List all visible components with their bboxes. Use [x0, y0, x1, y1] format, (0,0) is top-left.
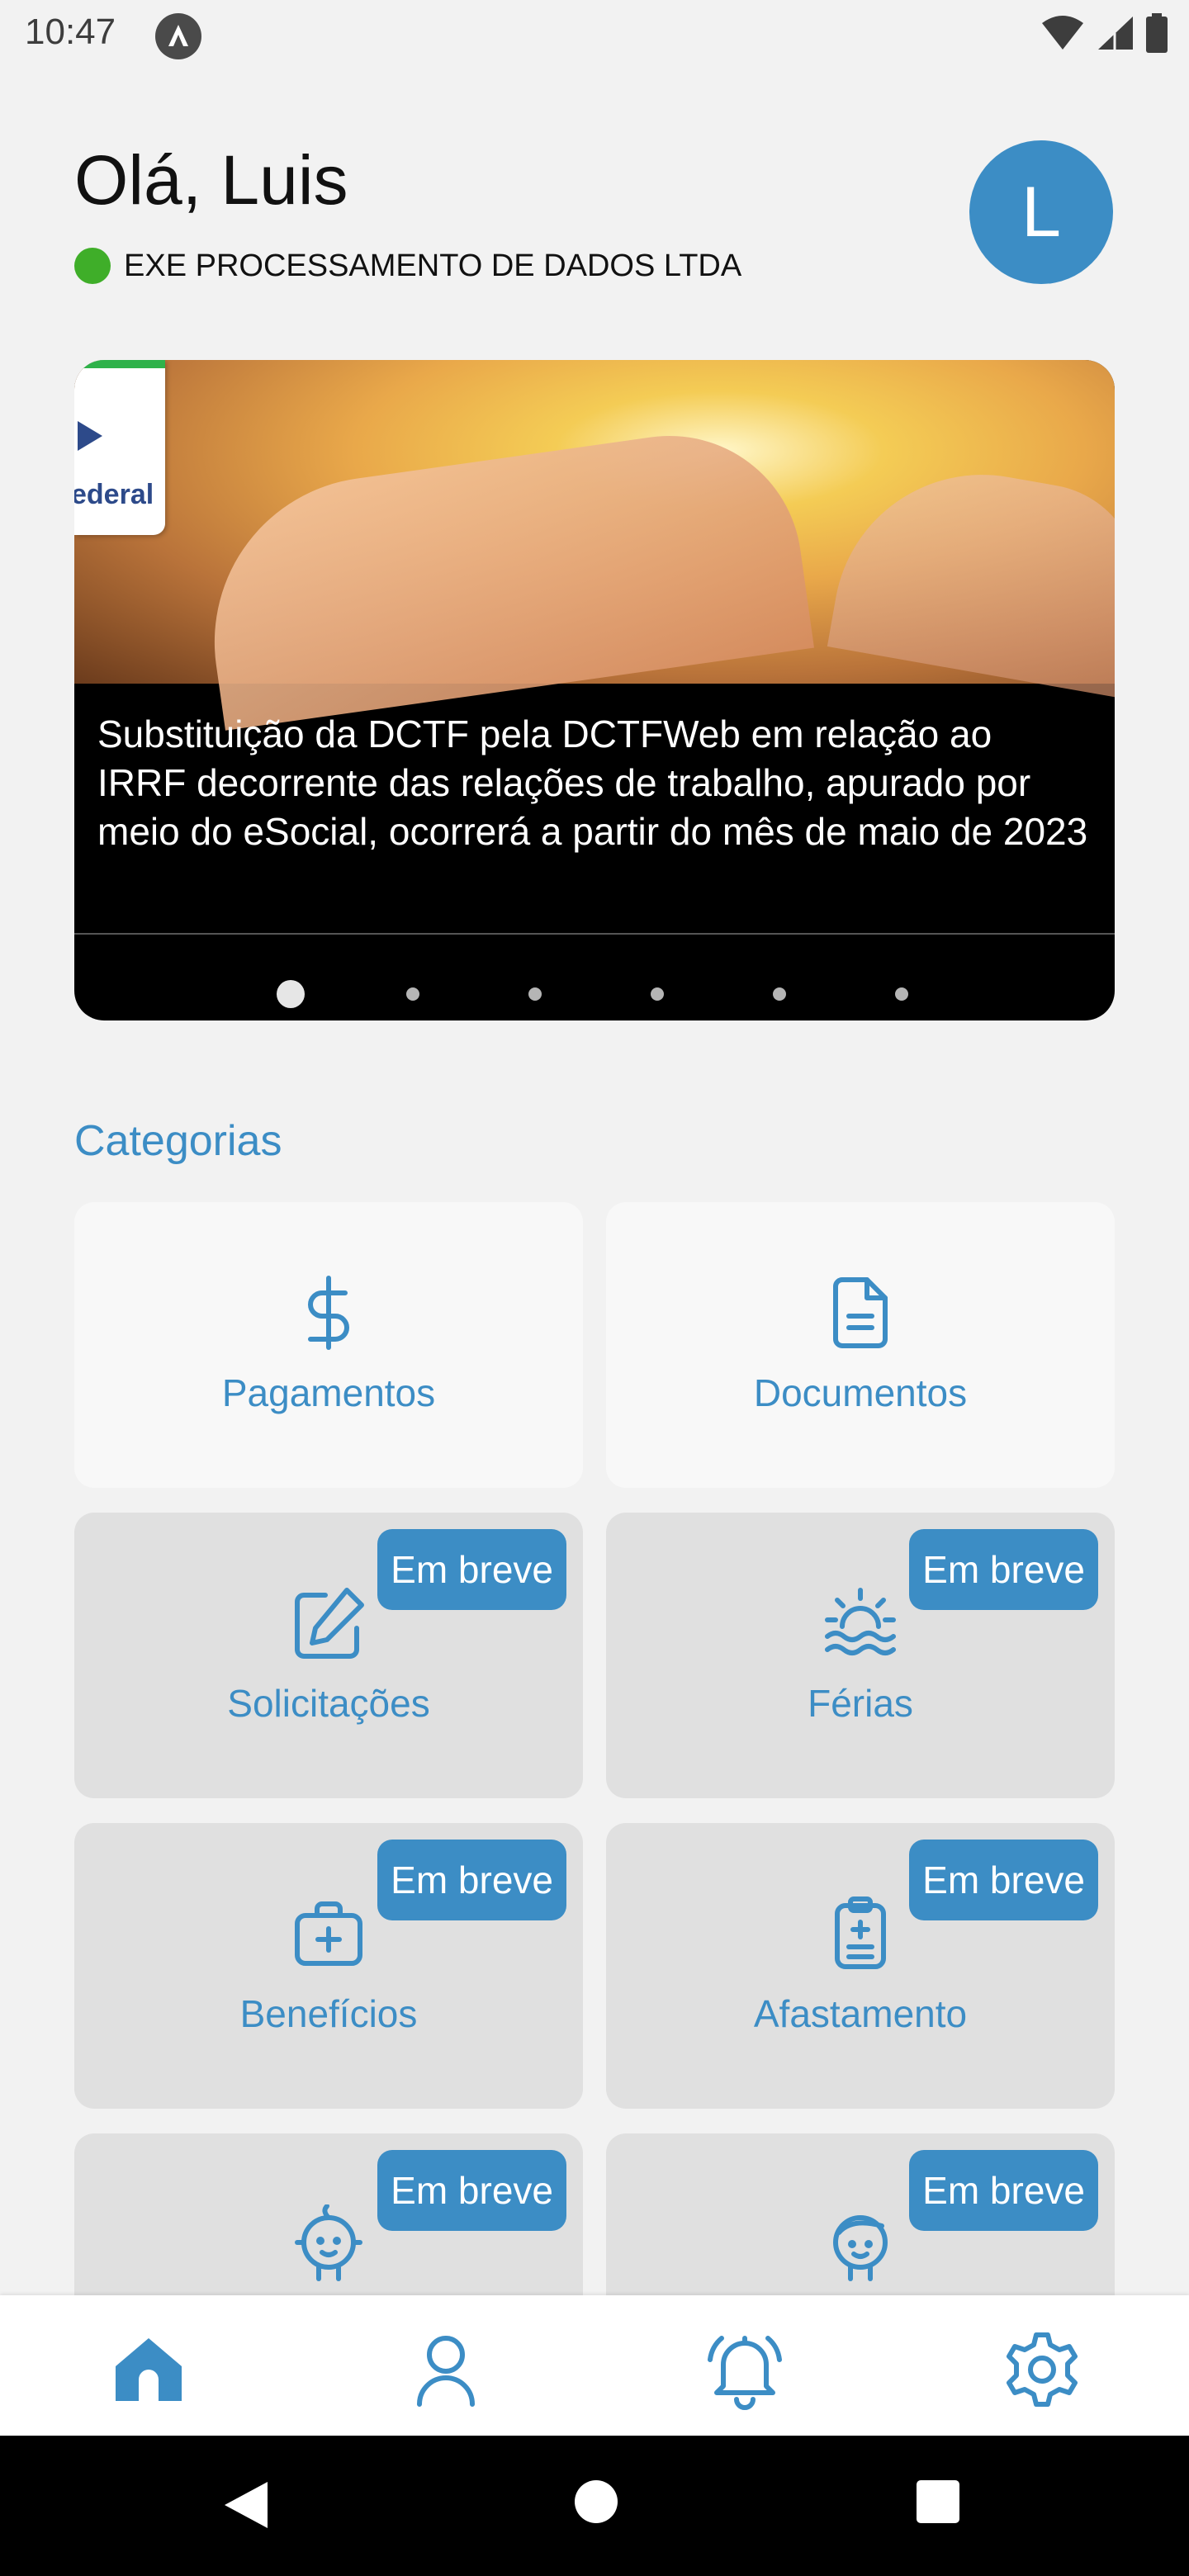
settings-icon	[1007, 2332, 1078, 2407]
category-card-baby[interactable]: Em breve	[74, 2133, 583, 2295]
system-navigation-bar	[0, 2436, 1189, 2576]
clipboard-icon	[835, 1896, 886, 1969]
child-icon	[833, 2215, 888, 2281]
carousel-image: ederal	[74, 360, 1115, 731]
profile-icon	[417, 2336, 475, 2407]
news-carousel[interactable]: ederal Substituição da DCTF pela DCTFWeb…	[74, 360, 1115, 1020]
coming-soon-badge: Em breve	[909, 2150, 1098, 2231]
categories-title: Categorias	[74, 1117, 282, 1165]
carousel-dot[interactable]	[528, 987, 542, 1001]
home-icon	[116, 2338, 182, 2401]
carousel-dot[interactable]	[406, 987, 419, 1001]
category-card-pagamentos[interactable]: Pagamentos	[74, 1202, 583, 1488]
coming-soon-badge: Em breve	[377, 2150, 566, 2231]
home-circle-icon[interactable]	[573, 2479, 619, 2525]
category-card-afastamento[interactable]: Afastamento Em breve	[606, 1823, 1115, 2109]
coming-soon-badge: Em breve	[909, 1840, 1098, 1920]
category-label: Pagamentos	[221, 1371, 436, 1414]
scroll-content[interactable]: Olá, Luis EXE PROCESSAMENTO DE DADOS LTD…	[0, 0, 1189, 2295]
carousel-dot[interactable]	[773, 987, 786, 1001]
category-card-beneficios[interactable]: Benefícios Em breve	[74, 1823, 583, 2109]
carousel-dot[interactable]	[895, 987, 908, 1001]
back-icon[interactable]	[221, 2479, 272, 2531]
coming-soon-badge: Em breve	[377, 1529, 566, 1610]
category-card-documentos[interactable]: Documentos	[606, 1202, 1115, 1488]
category-card-ferias[interactable]: Férias Em breve	[606, 1513, 1115, 1798]
company-name: EXE PROCESSAMENTO DE DADOS LTDA	[124, 248, 742, 283]
status-online-icon	[74, 248, 111, 284]
category-card-child[interactable]: Em breve	[606, 2133, 1115, 2295]
company-row: EXE PROCESSAMENTO DE DADOS LTDA	[74, 248, 741, 284]
nav-settings[interactable]	[1001, 2328, 1083, 2411]
greeting: Olá, Luis	[74, 141, 348, 219]
category-card-solicitacoes[interactable]: Solicitações Em breve	[74, 1513, 583, 1798]
bottom-navigation	[0, 2295, 1189, 2436]
dollar-icon	[308, 1276, 349, 1350]
edit-icon	[295, 1588, 364, 1659]
recents-icon[interactable]	[915, 2479, 961, 2525]
carousel-pagination	[74, 978, 1115, 1011]
medical-kit-icon	[295, 1901, 362, 1966]
category-label: Benefícios	[239, 1992, 418, 2035]
receita-federal-logo: ederal	[74, 360, 165, 535]
logo-text: ederal	[74, 479, 154, 510]
sunset-icon	[825, 1588, 896, 1655]
nav-home[interactable]	[107, 2328, 190, 2411]
coming-soon-badge: Em breve	[377, 1840, 566, 1920]
carousel-caption: Substituição da DCTF pela DCTFWeb em rel…	[97, 713, 1088, 853]
document-icon	[833, 1277, 888, 1348]
coming-soon-badge: Em breve	[909, 1529, 1098, 1610]
carousel-dot[interactable]	[277, 980, 305, 1008]
category-label: Solicitações	[227, 1682, 430, 1725]
category-label: Documentos	[753, 1371, 968, 1414]
avatar[interactable]: L	[969, 140, 1113, 284]
avatar-initial: L	[1021, 172, 1061, 252]
nav-profile[interactable]	[405, 2328, 487, 2411]
divider	[74, 933, 1115, 935]
carousel-dot[interactable]	[651, 987, 664, 1001]
category-label: Férias	[808, 1682, 913, 1725]
bell-icon	[708, 2336, 782, 2410]
category-label: Afastamento	[753, 1992, 968, 2035]
baby-icon	[295, 2204, 362, 2281]
nav-notifications[interactable]	[703, 2328, 786, 2411]
